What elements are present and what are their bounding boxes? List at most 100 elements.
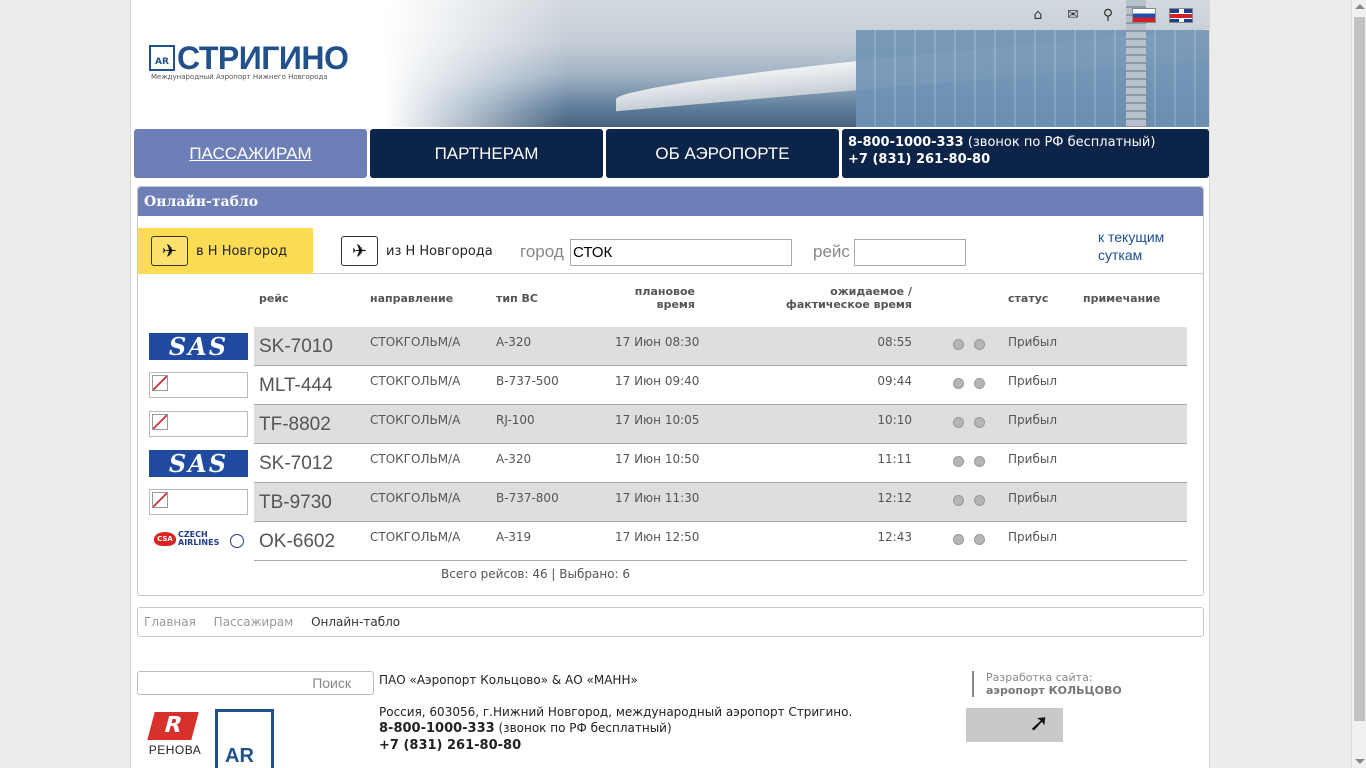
city-input[interactable]: СТОК bbox=[570, 239, 792, 266]
footer-phone-note: (звонок по РФ бесплатный) bbox=[494, 721, 672, 735]
home-icon[interactable]: ⌂ bbox=[1027, 6, 1049, 24]
flight-direction: СТОКГОЛЬМ/А bbox=[370, 374, 461, 388]
aircraft-type: B-737-500 bbox=[496, 374, 559, 388]
tab-departures[interactable]: ✈ из Н Новгорода bbox=[328, 228, 503, 274]
flight-direction: СТОКГОЛЬМ/А bbox=[370, 452, 461, 466]
flight-number[interactable]: SK-7012 bbox=[259, 453, 333, 475]
renova-name: РЕНОВА bbox=[148, 743, 202, 757]
board-filters: ✈ в Н Новгород ✈ из Н Новгорода город СТ… bbox=[138, 228, 1203, 274]
city-label: город bbox=[520, 242, 564, 261]
flight-label: рейс bbox=[813, 242, 850, 261]
to-today-link[interactable]: к текущим суткам bbox=[1098, 228, 1188, 264]
table-row[interactable]: CSA CZECH AIRLINES OK-6602 СТОКГОЛЬМ/А A-319 1… bbox=[144, 522, 1187, 561]
status-light-icon bbox=[974, 339, 985, 350]
actual-time: 11:11 bbox=[877, 452, 912, 466]
status-light-icon bbox=[953, 378, 964, 389]
flight-status: Прибыл bbox=[1008, 413, 1057, 427]
table-row[interactable]: SAS SK-7012 СТОКГОЛЬМ/А A-320 17 Июн 10:50 11… bbox=[144, 444, 1187, 483]
flight-direction: СТОКГОЛЬМ/А bbox=[370, 530, 461, 544]
tab-arrivals[interactable]: ✈ в Н Новгород bbox=[138, 228, 313, 274]
nav-phone-free: 8-800-1000-333 bbox=[848, 135, 964, 150]
russian-flag-icon[interactable] bbox=[1132, 7, 1156, 23]
aircraft-type: RJ-100 bbox=[496, 413, 535, 427]
page: AR СТРИГИНО Международный Аэропорт Нижне… bbox=[130, 0, 1210, 768]
developer-name: аэропорт КОЛЬЦОВО bbox=[986, 684, 1122, 697]
footer-search-placeholder: Поиск bbox=[312, 675, 351, 691]
scroll-down-icon[interactable] bbox=[1355, 759, 1365, 764]
status-light-icon bbox=[974, 456, 985, 467]
departure-plane-icon: ✈ bbox=[341, 236, 378, 266]
nav-about[interactable]: ОБ АЭРОПОРТЕ bbox=[606, 129, 839, 178]
actual-time: 08:55 bbox=[877, 335, 912, 349]
flight-direction: СТОКГОЛЬМ/А bbox=[370, 413, 461, 427]
renova-logo[interactable]: R РЕНОВА bbox=[143, 712, 207, 768]
scrollbar-thumb[interactable] bbox=[1354, 17, 1365, 721]
nav-phone-free-note: (звонок по РФ бесплатный) bbox=[963, 135, 1156, 150]
breadcrumb-passengers[interactable]: Пассажирам bbox=[214, 615, 294, 629]
site-tagline: Международный Аэропорт Нижнего Новгорода bbox=[151, 73, 328, 81]
table-row[interactable]: MLT-444 СТОКГОЛЬМ/А B-737-500 17 Июн 09:40 0… bbox=[144, 366, 1187, 405]
table-header: рейс направление тип ВС плановое время о… bbox=[138, 285, 1203, 325]
english-flag-icon[interactable] bbox=[1169, 7, 1193, 23]
footer-address: Россия, 603056, г.Нижний Новгород, между… bbox=[379, 705, 853, 719]
mail-icon[interactable]: ✉ bbox=[1062, 6, 1084, 24]
flight-number[interactable]: SK-7010 bbox=[259, 336, 333, 358]
page-scrollbar[interactable] bbox=[1351, 0, 1366, 768]
czech-airlines-logo: CSA CZECH AIRLINES bbox=[152, 529, 246, 555]
flight-number[interactable]: MLT-444 bbox=[259, 375, 333, 397]
planned-time: 17 Июн 08:30 bbox=[615, 335, 700, 349]
nav-phone-local: +7 (831) 261-80-80 bbox=[848, 152, 991, 167]
breadcrumb: Главная Пассажирам Онлайн-табло bbox=[137, 607, 1204, 637]
nav-partners[interactable]: ПАРТНЕРАМ bbox=[370, 129, 603, 178]
aircraft-type: B-737-800 bbox=[496, 491, 559, 505]
table-row[interactable]: TB-9730 СТОКГОЛЬМ/А B-737-800 17 Июн 11:30 1… bbox=[144, 483, 1187, 522]
airline-logo-placeholder bbox=[149, 372, 248, 398]
flight-direction: СТОКГОЛЬМ/А bbox=[370, 335, 461, 349]
footer-phone-free: 8-800-1000-333 bbox=[379, 721, 495, 736]
flight-status: Прибыл bbox=[1008, 530, 1057, 544]
actual-time: 12:43 bbox=[877, 530, 912, 544]
actual-time: 12:12 bbox=[877, 491, 912, 505]
scroll-up-icon[interactable] bbox=[1355, 4, 1365, 9]
flight-number[interactable]: OK-6602 bbox=[259, 531, 335, 553]
table-row[interactable]: SAS SK-7010 СТОКГОЛЬМ/А A-320 17 Июн 08:30 08… bbox=[144, 327, 1187, 366]
board-title: Онлайн-табло bbox=[138, 187, 1203, 216]
footer-phone-local: +7 (831) 261-80-80 bbox=[379, 738, 522, 753]
airline-logo-placeholder bbox=[149, 411, 248, 437]
planned-time: 17 Июн 11:30 bbox=[615, 491, 700, 505]
flight-number[interactable]: TF-8802 bbox=[259, 414, 331, 436]
aircraft-type: A-319 bbox=[496, 530, 532, 544]
ar-footer-logo[interactable]: AR bbox=[215, 709, 274, 768]
flight-status: Прибыл bbox=[1008, 491, 1057, 505]
actual-time: 10:10 bbox=[877, 413, 912, 427]
airline-logo-cell bbox=[144, 483, 254, 522]
skyteam-icon bbox=[230, 534, 244, 548]
developer-credit: Разработка сайта: аэропорт КОЛЬЦОВО bbox=[972, 671, 1122, 697]
footer-search-input[interactable]: Поиск bbox=[137, 671, 374, 695]
table-row[interactable]: TF-8802 СТОКГОЛЬМ/А RJ-100 17 Июн 10:05 10:1… bbox=[144, 405, 1187, 444]
arrow-icon: ➚ bbox=[1028, 709, 1049, 737]
col-planned: плановое время bbox=[634, 285, 695, 311]
site-logo[interactable]: AR СТРИГИНО Международный Аэропорт Нижне… bbox=[149, 40, 374, 86]
developer-logo[interactable]: ➚ bbox=[966, 708, 1063, 742]
airline-logo-cell: SAS bbox=[144, 327, 254, 366]
aircraft-type: A-320 bbox=[496, 452, 532, 466]
footer-contacts: ПАО «Аэропорт Кольцово» & АО «МАНН» Росс… bbox=[379, 672, 852, 754]
status-light-icon bbox=[974, 417, 985, 428]
status-light-icon bbox=[953, 339, 964, 350]
breadcrumb-home[interactable]: Главная bbox=[144, 615, 196, 629]
flight-direction: СТОКГОЛЬМ/А bbox=[370, 491, 461, 505]
airline-logo-cell bbox=[144, 366, 254, 405]
col-flight: рейс bbox=[259, 292, 289, 305]
nav-passengers[interactable]: ПАССАЖИРАМ bbox=[134, 129, 367, 178]
col-aircraft: тип ВС bbox=[496, 292, 538, 305]
footer-org: ПАО «Аэропорт Кольцово» & АО «МАНН» bbox=[379, 673, 638, 687]
broken-image-icon bbox=[152, 375, 168, 391]
actual-time: 09:44 bbox=[877, 374, 912, 388]
flight-input[interactable] bbox=[854, 239, 966, 266]
sitemap-search-icon[interactable]: ⚲ bbox=[1097, 6, 1119, 24]
developer-label: Разработка сайта: bbox=[986, 671, 1093, 684]
col-direction: направление bbox=[370, 292, 454, 305]
flight-number[interactable]: TB-9730 bbox=[259, 492, 332, 514]
airline-logo-cell: CSA CZECH AIRLINES bbox=[144, 522, 254, 561]
